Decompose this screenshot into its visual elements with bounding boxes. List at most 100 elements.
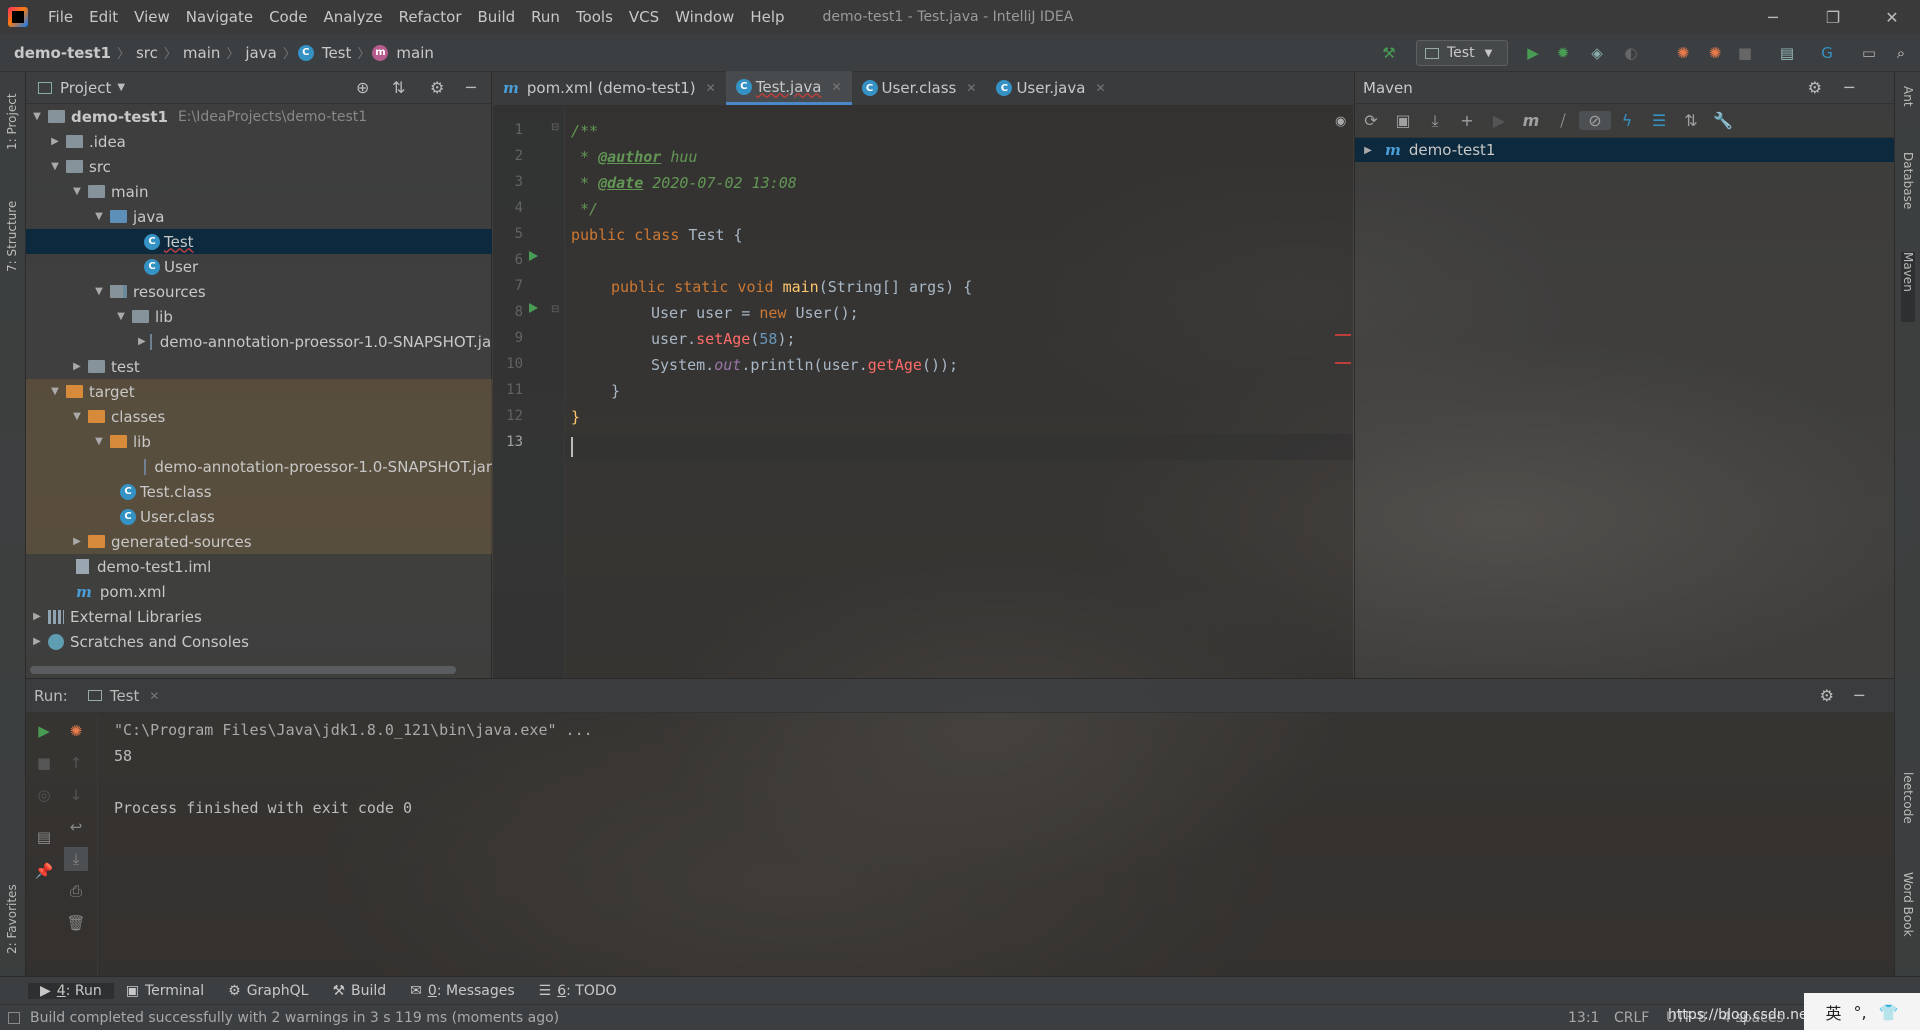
code-line[interactable]: public class Test { xyxy=(571,226,743,244)
down-arrow-icon[interactable]: ↓ xyxy=(64,783,88,807)
code-line[interactable]: User user = new User(); xyxy=(651,304,859,322)
wordbook-tool-tab[interactable]: Word Book xyxy=(1901,872,1915,952)
lifecycle-icon[interactable]: ϟ xyxy=(1611,111,1643,130)
tree-item[interactable]: ▶ Scratches and Consoles xyxy=(26,629,492,654)
code-line[interactable]: user.setAge(58); xyxy=(651,330,796,348)
restore-button[interactable]: ❐ xyxy=(1805,0,1861,34)
tab-test-java[interactable]: C Test.java ✕ xyxy=(725,71,852,105)
collapse-all-icon[interactable]: ⇅ xyxy=(1675,111,1707,130)
run-tab-test[interactable]: Test xyxy=(110,687,140,705)
tree-item[interactable]: ▼ demo-test1 E:\IdeaProjects\demo-test1 xyxy=(26,104,492,129)
favorites-tool-tab[interactable]: 2: Favorites xyxy=(5,864,19,954)
stop-icon[interactable]: ■ xyxy=(32,751,56,775)
horizontal-scrollbar[interactable] xyxy=(30,666,456,674)
close-icon[interactable]: ✕ xyxy=(831,80,841,94)
tree-item[interactable]: C User.class xyxy=(26,504,492,529)
run-tool-button[interactable]: ▶ 4: Run xyxy=(28,982,114,999)
line-separator[interactable]: CRLF xyxy=(1614,1010,1649,1026)
project-structure-icon[interactable]: ▤ xyxy=(1776,42,1798,64)
caret-position[interactable]: 13:1 xyxy=(1568,1010,1599,1026)
wrench-icon[interactable]: 🔧 xyxy=(1707,111,1739,130)
generate-sources-icon[interactable]: ▣ xyxy=(1387,111,1419,130)
layout-icon[interactable]: ▤ xyxy=(32,825,56,849)
error-stripe-marker[interactable] xyxy=(1335,334,1351,336)
trash-icon[interactable]: 🗑 xyxy=(64,911,88,935)
tree-item[interactable]: ▶ External Libraries xyxy=(26,604,492,629)
reload-icon[interactable]: ⟳ xyxy=(1355,111,1387,130)
translate-icon[interactable]: G xyxy=(1816,42,1838,64)
graphql-tool-button[interactable]: ⚙ GraphQL xyxy=(216,983,320,999)
tree-item-selected[interactable]: C Test xyxy=(26,229,492,254)
tree-item[interactable]: ▶ .idea xyxy=(26,129,492,154)
tree-item[interactable]: m pom.xml xyxy=(26,579,492,604)
run-class-gutter-icon[interactable] xyxy=(529,251,538,261)
search-icon[interactable]: ⌕ xyxy=(1890,42,1912,64)
download-icon[interactable]: ⤓ xyxy=(1419,111,1451,131)
project-panel-title[interactable]: Project xyxy=(60,79,111,97)
tree-item[interactable]: ▼ resources xyxy=(26,279,492,304)
menu-build[interactable]: Build xyxy=(470,8,524,26)
scroll-to-end-icon[interactable]: ⤓ xyxy=(64,847,88,871)
menu-edit[interactable]: Edit xyxy=(81,8,126,26)
code-line[interactable]: public static void main(String[] args) { xyxy=(611,278,972,296)
menu-run[interactable]: Run xyxy=(523,8,568,26)
tree-item[interactable]: demo-annotation-proessor-1.0-SNAPSHOT.ja… xyxy=(26,454,492,479)
execute-goal-icon[interactable]: m xyxy=(1515,111,1547,130)
debug-icon[interactable]: ✺ xyxy=(64,719,88,743)
tree-item[interactable]: ▶ generated-sources xyxy=(26,529,492,554)
tree-item[interactable]: C Test.class xyxy=(26,479,492,504)
status-message[interactable]: Build completed successfully with 2 warn… xyxy=(30,1010,559,1026)
code-line[interactable]: } xyxy=(571,408,580,426)
fold-icon[interactable]: ⊟ xyxy=(551,304,559,315)
menu-code[interactable]: Code xyxy=(261,8,315,26)
stop-icon[interactable]: ■ xyxy=(1734,42,1756,64)
terminal-tool-button[interactable]: ▣ Terminal xyxy=(114,983,216,999)
run-main-gutter-icon[interactable] xyxy=(529,303,538,313)
code-line[interactable]: System.out.println(user.getAge()); xyxy=(651,356,958,374)
code-line[interactable]: /** xyxy=(571,122,598,140)
code-line[interactable]: * @author huu xyxy=(571,148,697,166)
gear-icon[interactable]: ⚙ xyxy=(1820,686,1834,705)
toggle-offline-icon[interactable]: ⧸ xyxy=(1547,111,1579,131)
maven-tool-tab[interactable]: Maven xyxy=(1901,252,1915,322)
eye-icon[interactable]: ◉ xyxy=(1335,114,1346,129)
menu-analyze[interactable]: Analyze xyxy=(315,8,390,26)
fold-icon[interactable]: ⊟ xyxy=(551,122,559,133)
code-line[interactable]: } xyxy=(611,382,620,400)
run-icon[interactable]: ▶ xyxy=(1522,42,1544,64)
menu-navigate[interactable]: Navigate xyxy=(178,8,261,26)
breadcrumb-java[interactable]: java xyxy=(241,44,280,62)
menu-file[interactable]: File xyxy=(40,8,81,26)
messages-tool-button[interactable]: ✉ 0: Messages xyxy=(398,983,526,999)
run-configuration-selector[interactable]: Test ▼ xyxy=(1416,40,1508,66)
close-icon[interactable]: ✕ xyxy=(149,689,159,703)
error-stripe-marker[interactable] xyxy=(1335,362,1351,364)
print-icon[interactable]: ⎙ xyxy=(64,879,88,903)
pin-icon[interactable]: 📌 xyxy=(32,859,56,883)
hide-panel-icon[interactable]: ─ xyxy=(1844,78,1854,97)
tree-item[interactable]: ▶ test xyxy=(26,354,492,379)
rerun-icon[interactable]: ▶ xyxy=(32,719,56,743)
tree-item[interactable]: ▼ src xyxy=(26,154,492,179)
ant-tool-tab[interactable]: Ant xyxy=(1901,86,1915,136)
close-icon[interactable]: ✕ xyxy=(1095,81,1105,95)
breadcrumb-main[interactable]: main xyxy=(179,44,224,62)
menu-window[interactable]: Window xyxy=(667,8,742,26)
tab-pom-xml[interactable]: m pom.xml (demo-test1) ✕ xyxy=(493,71,726,105)
tree-item[interactable]: ▼ lib xyxy=(26,429,492,454)
maven-project-item[interactable]: ▶ m demo-test1 xyxy=(1355,138,1894,162)
chevron-down-icon[interactable]: ▼ xyxy=(117,82,125,93)
breadcrumb-method[interactable]: main xyxy=(392,44,437,62)
run-icon[interactable]: ▶ xyxy=(1483,111,1515,130)
close-icon[interactable]: ✕ xyxy=(706,81,716,95)
menu-view[interactable]: View xyxy=(126,8,178,26)
breadcrumb-project[interactable]: demo-test1 xyxy=(10,44,115,62)
collapse-all-icon[interactable]: ⇅ xyxy=(392,78,405,97)
build-tool-button[interactable]: ⚒ Build xyxy=(320,983,398,999)
tree-item[interactable]: ▶ demo-annotation-proessor-1.0-SNAPSHOT.j… xyxy=(26,329,492,354)
tree-item[interactable]: ▼ classes xyxy=(26,404,492,429)
breadcrumb-src[interactable]: src xyxy=(132,44,162,62)
ime-indicator[interactable]: 英 °, 👕 xyxy=(1804,993,1920,1030)
presentation-icon[interactable]: ▭ xyxy=(1858,42,1880,64)
tree-item[interactable]: ▼ target xyxy=(26,379,492,404)
